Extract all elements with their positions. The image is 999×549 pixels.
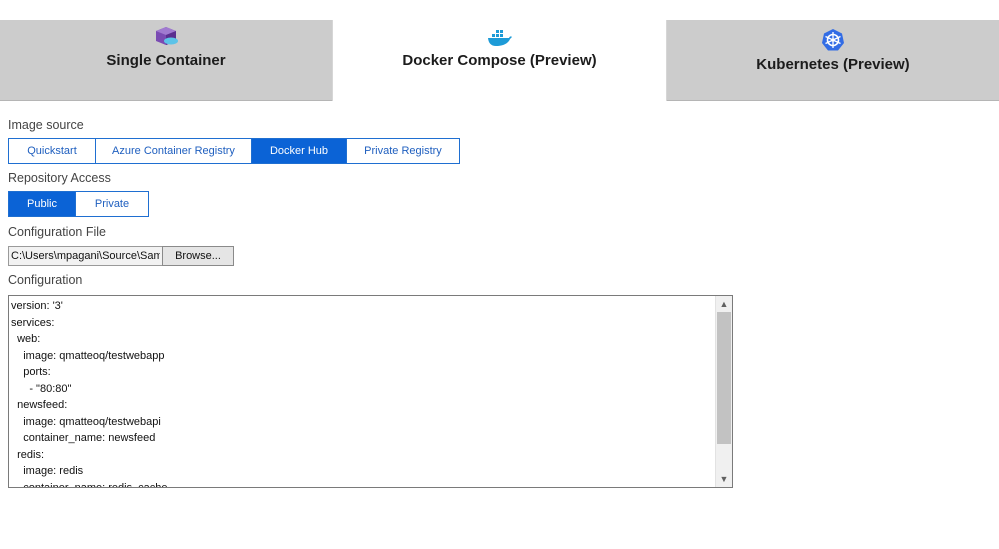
kubernetes-wheel-icon bbox=[821, 28, 845, 57]
option-private-registry[interactable]: Private Registry bbox=[347, 139, 459, 163]
browse-button[interactable]: Browse... bbox=[162, 246, 234, 266]
repository-access-label: Repository Access bbox=[8, 171, 111, 185]
option-public[interactable]: Public bbox=[9, 192, 76, 216]
tab-label: Kubernetes (Preview) bbox=[756, 56, 910, 73]
option-private[interactable]: Private bbox=[76, 192, 148, 216]
scroll-up-arrow-icon[interactable]: ▲ bbox=[716, 297, 732, 311]
docker-whale-icon bbox=[487, 29, 513, 52]
scroll-thumb[interactable] bbox=[717, 312, 731, 444]
repository-access-selector: Public Private bbox=[8, 191, 149, 217]
configuration-textarea[interactable]: version: '3' services: web: image: qmatt… bbox=[8, 295, 733, 488]
configuration-label: Configuration bbox=[8, 273, 83, 287]
tab-kubernetes[interactable]: Kubernetes (Preview) bbox=[667, 20, 999, 101]
tab-label: Single Container bbox=[106, 52, 226, 69]
option-docker-hub[interactable]: Docker Hub bbox=[252, 139, 347, 163]
tab-docker-compose[interactable]: Docker Compose (Preview) bbox=[332, 20, 667, 101]
vertical-scrollbar[interactable]: ▲ ▼ bbox=[715, 296, 732, 487]
option-quickstart[interactable]: Quickstart bbox=[9, 139, 96, 163]
deployment-tabs: Single Container Docker Compose (Preview… bbox=[0, 20, 999, 101]
configuration-file-input[interactable] bbox=[8, 246, 163, 266]
configuration-file-label: Configuration File bbox=[8, 225, 106, 239]
tab-single-container[interactable]: Single Container bbox=[0, 20, 332, 101]
option-azure-container-registry[interactable]: Azure Container Registry bbox=[96, 139, 252, 163]
image-source-selector: Quickstart Azure Container Registry Dock… bbox=[8, 138, 460, 164]
image-source-label: Image source bbox=[8, 118, 84, 132]
scroll-down-arrow-icon[interactable]: ▼ bbox=[716, 472, 732, 486]
configuration-text[interactable]: version: '3' services: web: image: qmatt… bbox=[11, 298, 716, 487]
tab-label: Docker Compose (Preview) bbox=[402, 52, 597, 69]
container-cube-icon bbox=[154, 26, 178, 51]
